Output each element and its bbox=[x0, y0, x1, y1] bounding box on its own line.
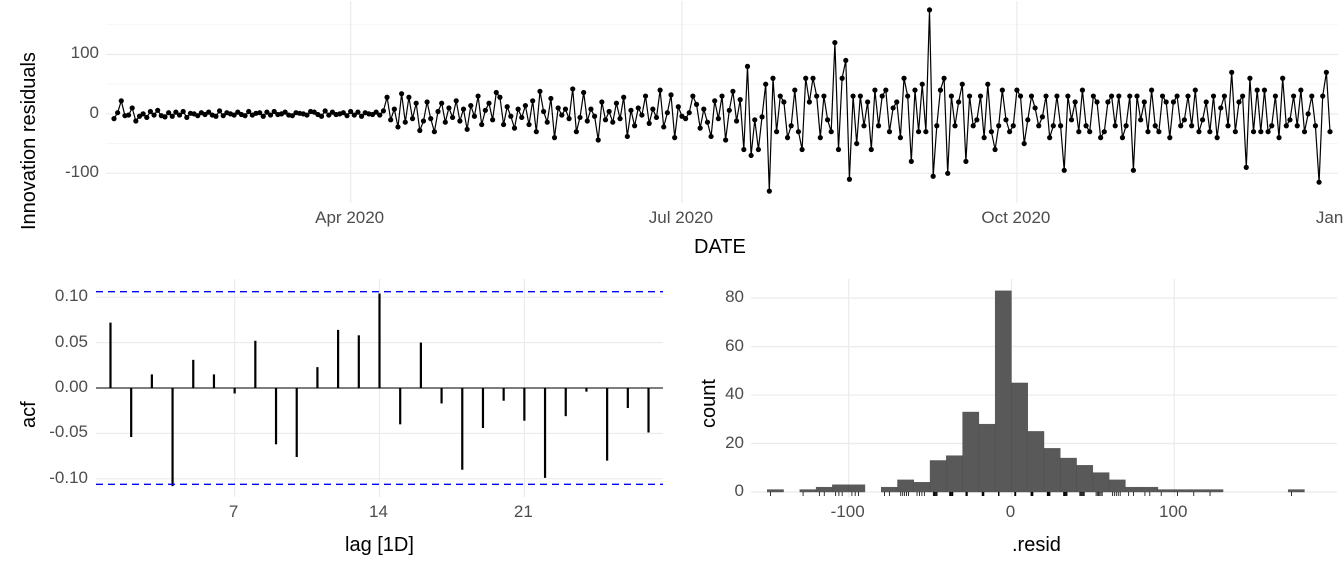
y-tick: 0 bbox=[708, 481, 744, 501]
residuals-y-title: Innovation residuals bbox=[18, 52, 41, 230]
x-tick: 0 bbox=[985, 502, 1035, 522]
x-tick: -100 bbox=[823, 502, 873, 522]
x-tick: Apr 2020 bbox=[305, 208, 395, 228]
y-tick: 0 bbox=[39, 103, 99, 123]
y-tick: 0.05 bbox=[30, 332, 88, 352]
y-tick: 20 bbox=[708, 433, 744, 453]
hist-panel: count .resid 020406080-1000100 bbox=[680, 278, 1344, 576]
x-tick: 21 bbox=[508, 502, 538, 522]
acf-panel: acf lag [1D] -0.10-0.050.000.050.1071421 bbox=[0, 278, 670, 576]
y-tick: 80 bbox=[708, 287, 744, 307]
y-tick: 0.00 bbox=[30, 377, 88, 397]
y-tick: -100 bbox=[39, 162, 99, 182]
residuals-x-title: DATE bbox=[694, 236, 746, 259]
acf-x-title: lag [1D] bbox=[345, 534, 414, 557]
x-tick: Jan 2021 bbox=[1306, 208, 1344, 228]
y-tick: 0.10 bbox=[30, 286, 88, 306]
hist-x-title: .resid bbox=[1012, 534, 1061, 557]
y-tick: -0.10 bbox=[30, 468, 88, 488]
residuals-panel: Innovation residuals DATE -100 0 100 Apr 20… bbox=[0, 0, 1344, 262]
x-tick: 7 bbox=[219, 502, 249, 522]
y-tick: 60 bbox=[708, 336, 744, 356]
x-tick: 100 bbox=[1148, 502, 1198, 522]
figure: Innovation residuals DATE -100 0 100 Apr 20… bbox=[0, 0, 1344, 576]
y-tick: 100 bbox=[39, 43, 99, 63]
residuals-plot bbox=[105, 0, 1339, 204]
x-tick: 14 bbox=[364, 502, 394, 522]
y-tick: -0.05 bbox=[30, 422, 88, 442]
x-tick: Jul 2020 bbox=[636, 208, 726, 228]
acf-plot bbox=[95, 278, 664, 498]
y-tick: 40 bbox=[708, 384, 744, 404]
hist-plot bbox=[750, 278, 1338, 498]
x-tick: Oct 2020 bbox=[971, 208, 1061, 228]
